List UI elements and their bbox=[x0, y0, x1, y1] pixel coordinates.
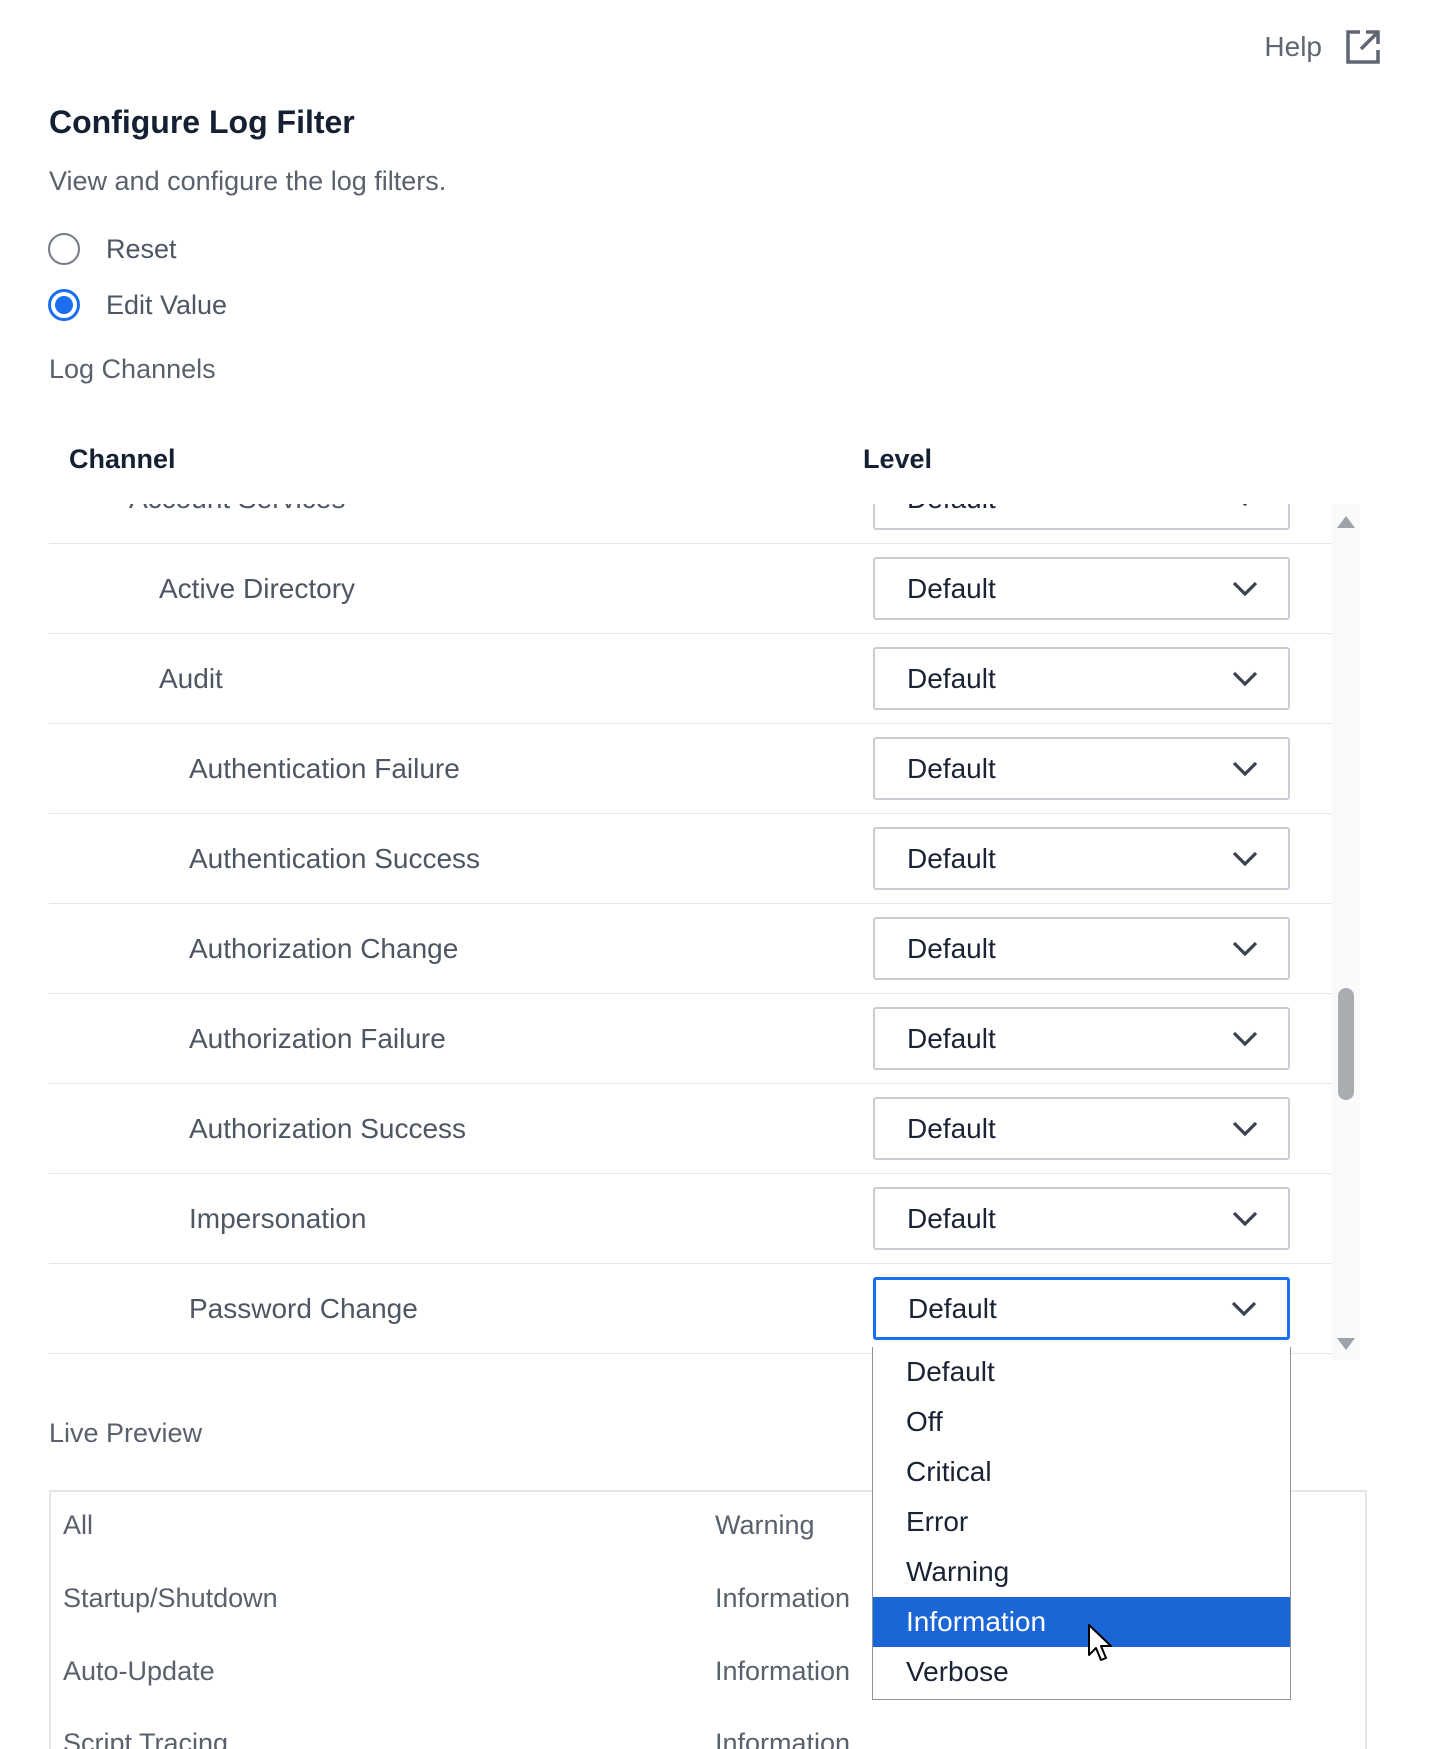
level-value: Default bbox=[907, 842, 996, 874]
scroll-down-arrow-icon[interactable] bbox=[1337, 1338, 1355, 1350]
channel-name: Authorization Change bbox=[189, 932, 459, 964]
reset-label: Reset bbox=[106, 233, 177, 264]
channel-name: Active Directory bbox=[159, 572, 356, 604]
level-select[interactable]: Default bbox=[873, 1187, 1290, 1250]
dropdown-option-information[interactable]: Information bbox=[873, 1597, 1290, 1647]
table-row: Impersonation Default bbox=[49, 1174, 1332, 1264]
level-select[interactable]: Default bbox=[873, 737, 1290, 800]
level-value: Default bbox=[907, 1022, 996, 1054]
table-row: Password Change Default bbox=[49, 1264, 1332, 1354]
preview-channel: Auto-Update bbox=[63, 1656, 215, 1686]
page-description: View and configure the log filters. bbox=[49, 166, 447, 196]
log-channels-label: Log Channels bbox=[49, 354, 216, 384]
dropdown-option-verbose[interactable]: Verbose bbox=[873, 1647, 1290, 1697]
channel-name: Authentication Failure bbox=[189, 752, 460, 784]
channel-column-header: Channel bbox=[69, 444, 176, 474]
chevron-down-icon bbox=[1243, 504, 1247, 506]
chevron-down-icon bbox=[1232, 581, 1258, 596]
level-value: Default bbox=[907, 1202, 996, 1234]
chevron-down-icon bbox=[1231, 1301, 1257, 1316]
channel-name: Audit bbox=[159, 662, 223, 694]
preview-channel: All bbox=[63, 1510, 94, 1540]
dropdown-option-off[interactable]: Off bbox=[873, 1397, 1290, 1447]
live-preview-label: Live Preview bbox=[49, 1418, 203, 1448]
channel-name: Authorization Success bbox=[189, 1112, 467, 1144]
level-value: Default bbox=[908, 1292, 997, 1324]
level-value: Default bbox=[907, 662, 996, 694]
edit-value-label: Edit Value bbox=[106, 289, 228, 320]
table-row: Active Directory Default bbox=[49, 544, 1332, 634]
table-header: Channel Level bbox=[69, 444, 1269, 484]
level-column-header: Level bbox=[863, 444, 933, 474]
external-link-icon bbox=[1346, 30, 1380, 64]
table-row: Authorization Success Default bbox=[49, 1084, 1332, 1174]
chevron-down-icon bbox=[1232, 1121, 1258, 1136]
table-row: Authorization Change Default bbox=[49, 904, 1332, 994]
channel-name: Impersonation bbox=[189, 1202, 367, 1234]
edit-value-option[interactable]: Edit Value bbox=[48, 289, 227, 321]
chevron-down-icon bbox=[1232, 851, 1258, 866]
log-channels-table[interactable]: Account Services Default Active Director… bbox=[49, 504, 1363, 1360]
help-label: Help bbox=[1264, 31, 1322, 62]
chevron-down-icon bbox=[1232, 941, 1258, 956]
preview-level: Warning bbox=[715, 1510, 815, 1540]
table-row: Authentication Success Default bbox=[49, 814, 1332, 904]
level-select[interactable]: Default bbox=[873, 917, 1290, 980]
channel-name: Authorization Failure bbox=[189, 1022, 446, 1054]
level-value: Default bbox=[907, 752, 996, 784]
preview-channel: Startup/Shutdown bbox=[63, 1583, 278, 1613]
chevron-down-icon bbox=[1232, 761, 1258, 776]
help-link[interactable]: Help bbox=[1264, 28, 1382, 66]
level-value: Default bbox=[907, 932, 996, 964]
dropdown-option-error[interactable]: Error bbox=[873, 1497, 1290, 1547]
level-value: Default bbox=[907, 504, 996, 515]
level-select[interactable]: Default bbox=[873, 1097, 1290, 1160]
chevron-down-icon bbox=[1232, 671, 1258, 686]
preview-level: Information bbox=[715, 1656, 851, 1686]
preview-channel: Script Tracing bbox=[63, 1728, 229, 1749]
level-dropdown-menu[interactable]: Default Off Critical Error Warning Infor… bbox=[872, 1347, 1291, 1700]
chevron-down-icon bbox=[1232, 1031, 1258, 1046]
channel-name: Password Change bbox=[189, 1292, 418, 1324]
reset-radio[interactable] bbox=[48, 233, 80, 265]
dropdown-option-default[interactable]: Default bbox=[873, 1347, 1290, 1397]
chevron-down-icon bbox=[1232, 1211, 1258, 1226]
mouse-pointer-icon bbox=[1088, 1624, 1112, 1661]
level-value: Default bbox=[907, 572, 996, 604]
list-item: Script Tracing Information bbox=[51, 1728, 1365, 1749]
level-select[interactable]: Default bbox=[873, 647, 1290, 710]
edit-value-radio[interactable] bbox=[48, 289, 80, 321]
dropdown-option-critical[interactable]: Critical bbox=[873, 1447, 1290, 1497]
table-scrollbar[interactable] bbox=[1332, 504, 1360, 1360]
level-select[interactable]: Default bbox=[873, 827, 1290, 890]
page-title: Configure Log Filter bbox=[49, 104, 355, 140]
channel-name: Account Services bbox=[129, 504, 345, 515]
table-row: Audit Default bbox=[49, 634, 1332, 724]
preview-level: Information bbox=[715, 1583, 851, 1613]
scrollbar-thumb[interactable] bbox=[1338, 988, 1354, 1100]
preview-level: Information bbox=[715, 1728, 851, 1749]
level-select-open[interactable]: Default bbox=[873, 1277, 1290, 1340]
level-select[interactable]: Default bbox=[873, 1007, 1290, 1070]
table-row: Authorization Failure Default bbox=[49, 994, 1332, 1084]
reset-option[interactable]: Reset bbox=[48, 233, 177, 265]
level-select[interactable]: Default bbox=[873, 557, 1290, 620]
channel-name: Authentication Success bbox=[189, 842, 481, 874]
scroll-up-arrow-icon[interactable] bbox=[1337, 516, 1355, 528]
level-select[interactable]: Default bbox=[873, 504, 1290, 530]
level-value: Default bbox=[907, 1112, 996, 1144]
dropdown-option-warning[interactable]: Warning bbox=[873, 1547, 1290, 1597]
table-row: Account Services Default bbox=[49, 504, 1332, 544]
table-row: Authentication Failure Default bbox=[49, 724, 1332, 814]
